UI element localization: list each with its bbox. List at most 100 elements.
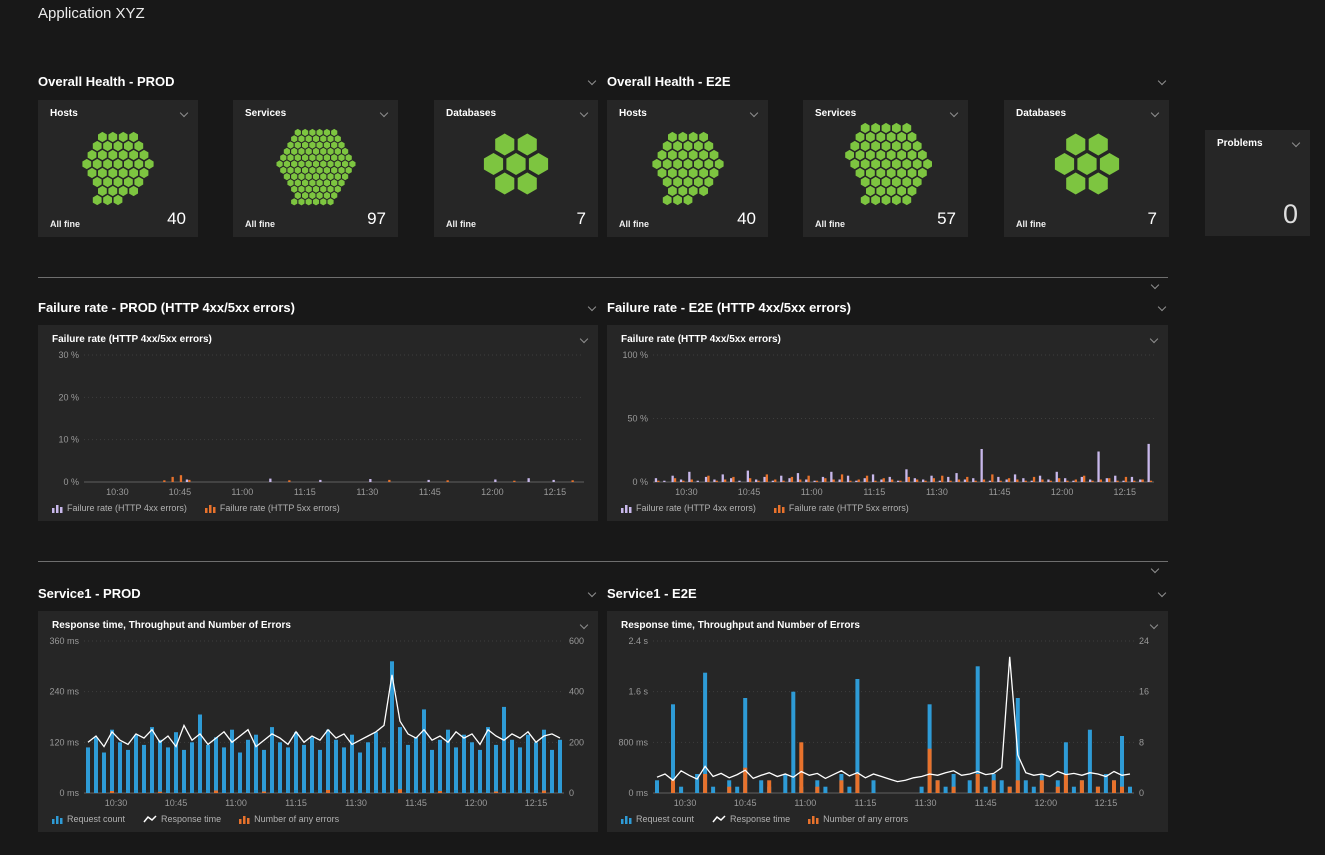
svg-text:2.4 s: 2.4 s — [628, 636, 648, 646]
service1-chart-prod[interactable]: 360 ms240 ms120 ms0 ms600400200010:3010:… — [38, 633, 598, 811]
chevron-down-icon[interactable] — [1149, 334, 1160, 345]
chevron-down-icon[interactable] — [579, 620, 590, 631]
series-request_blue — [655, 666, 1132, 793]
tile-title: Databases — [1016, 108, 1066, 119]
chevron-down-icon[interactable] — [179, 108, 190, 119]
section-title-text: Failure rate - PROD (HTTP 4xx/5xx errors… — [38, 300, 295, 315]
svg-text:0 ms: 0 ms — [59, 788, 79, 798]
legend-item-response-time[interactable]: Response time — [712, 814, 790, 824]
svg-text:120 ms: 120 ms — [49, 737, 79, 747]
chevron-down-icon[interactable] — [579, 108, 590, 119]
chart-title: Response time, Throughput and Number of … — [52, 620, 291, 631]
failure-rate-chart-e2e[interactable]: 100 %50 %0 %10:3010:4511:0011:1511:3011:… — [607, 347, 1168, 500]
health-tile-databases-prod[interactable]: Databases All fine7 — [434, 100, 598, 237]
svg-text:12:15: 12:15 — [1114, 487, 1137, 497]
bar-series-icon — [808, 814, 819, 824]
honeycomb-databases-prod[interactable] — [434, 119, 598, 209]
page-title: Application XYZ — [38, 5, 145, 22]
chevron-down-icon[interactable] — [1157, 588, 1168, 599]
svg-text:11:45: 11:45 — [419, 487, 441, 497]
svg-text:11:45: 11:45 — [975, 798, 997, 808]
svg-text:600: 600 — [569, 636, 584, 646]
svg-text:400: 400 — [569, 687, 584, 697]
legend-item-response-time[interactable]: Response time — [143, 814, 221, 824]
chevron-down-icon[interactable] — [1291, 138, 1302, 149]
legend-item-request-count[interactable]: Request count — [52, 814, 125, 824]
tile-title: Services — [815, 108, 856, 119]
chart-canvas: 360 ms240 ms120 ms0 ms600400200010:3010:… — [38, 633, 598, 811]
svg-text:12:15: 12:15 — [1095, 798, 1118, 808]
svg-text:0: 0 — [569, 788, 574, 798]
series-http4xx_purple — [655, 444, 1150, 482]
svg-text:0 ms: 0 ms — [628, 788, 648, 798]
honeycomb-hosts-e2e[interactable] — [607, 119, 768, 209]
chevron-down-icon[interactable] — [1150, 564, 1161, 575]
honeycomb-services-e2e[interactable] — [803, 119, 968, 209]
health-tile-services-prod[interactable]: Services All fine97 — [233, 100, 398, 237]
svg-text:800 ms: 800 ms — [618, 737, 648, 747]
chevron-down-icon[interactable] — [379, 108, 390, 119]
legend-label: Response time — [730, 814, 790, 824]
svg-text:11:30: 11:30 — [356, 487, 378, 497]
chevron-down-icon[interactable] — [1149, 620, 1160, 631]
svg-text:10:30: 10:30 — [675, 487, 698, 497]
tile-count: 97 — [367, 209, 386, 229]
chevron-down-icon[interactable] — [749, 108, 760, 119]
section-header-failure-prod: Failure rate - PROD (HTTP 4xx/5xx errors… — [38, 298, 598, 316]
failure-rate-chart-prod[interactable]: 30 %20 %10 %0 %10:3010:4511:0011:1511:30… — [38, 347, 598, 500]
legend-label: Request count — [67, 814, 125, 824]
health-tile-hosts-e2e[interactable]: Hosts All fine40 — [607, 100, 768, 237]
legend-item-5xx[interactable]: Failure rate (HTTP 5xx errors) — [205, 503, 340, 513]
svg-text:12:00: 12:00 — [1051, 487, 1074, 497]
svg-text:0 %: 0 % — [632, 477, 648, 487]
chevron-down-icon[interactable] — [1150, 280, 1161, 291]
legend-item-5xx[interactable]: Failure rate (HTTP 5xx errors) — [774, 503, 909, 513]
chevron-down-icon[interactable] — [587, 302, 598, 313]
chevron-down-icon[interactable] — [1157, 76, 1168, 87]
chevron-down-icon[interactable] — [587, 76, 598, 87]
svg-text:12:00: 12:00 — [465, 798, 488, 808]
section-title-text: Service1 - PROD — [38, 586, 141, 601]
legend-item-request-count[interactable]: Request count — [621, 814, 694, 824]
honeycomb-hosts-prod[interactable] — [38, 119, 198, 209]
legend-item-4xx[interactable]: Failure rate (HTTP 4xx errors) — [52, 503, 187, 513]
problems-count: 0 — [1205, 149, 1310, 236]
svg-text:11:00: 11:00 — [225, 798, 247, 808]
chart-title: Failure rate (HTTP 4xx/5xx errors) — [621, 334, 781, 345]
health-tile-services-e2e[interactable]: Services All fine57 — [803, 100, 968, 237]
service1-chart-e2e[interactable]: 2.4 s1.6 s800 ms0 ms24168010:3010:4511:0… — [607, 633, 1168, 811]
svg-text:10:45: 10:45 — [734, 798, 757, 808]
legend-item-errors[interactable]: Number of any errors — [808, 814, 908, 824]
svg-text:200: 200 — [569, 737, 584, 747]
svg-text:100 %: 100 % — [622, 350, 648, 360]
problems-tile[interactable]: Problems 0 — [1205, 130, 1310, 236]
bar-series-icon — [52, 814, 63, 824]
tile-title: Problems — [1217, 138, 1263, 149]
chevron-down-icon[interactable] — [1150, 108, 1161, 119]
svg-text:12:15: 12:15 — [525, 798, 548, 808]
section-header-failure-e2e: Failure rate - E2E (HTTP 4xx/5xx errors) — [607, 298, 1168, 316]
chart-title: Response time, Throughput and Number of … — [621, 620, 860, 631]
svg-text:24: 24 — [1139, 636, 1149, 646]
honeycomb-services-prod[interactable] — [233, 119, 398, 209]
bar-series-icon — [774, 503, 785, 513]
chart-tile-failure-prod: Failure rate (HTTP 4xx/5xx errors) 30 %2… — [38, 325, 598, 521]
legend-label: Response time — [161, 814, 221, 824]
grid: 100 %50 %0 %10:3010:4511:0011:1511:3011:… — [622, 350, 1154, 497]
svg-text:11:15: 11:15 — [285, 798, 307, 808]
tile-count: 40 — [737, 209, 756, 229]
honeycomb-databases-e2e[interactable] — [1004, 119, 1169, 209]
svg-text:11:45: 11:45 — [405, 798, 427, 808]
legend-item-errors[interactable]: Number of any errors — [239, 814, 339, 824]
chevron-down-icon[interactable] — [587, 588, 598, 599]
tile-status: All fine — [50, 219, 80, 229]
svg-text:11:00: 11:00 — [801, 487, 823, 497]
health-tile-hosts-prod[interactable]: Hosts All fine40 — [38, 100, 198, 237]
chevron-down-icon[interactable] — [579, 334, 590, 345]
chevron-down-icon[interactable] — [949, 108, 960, 119]
svg-text:50 %: 50 % — [627, 414, 648, 424]
health-tile-databases-e2e[interactable]: Databases All fine7 — [1004, 100, 1169, 237]
chevron-down-icon[interactable] — [1157, 302, 1168, 313]
legend-item-4xx[interactable]: Failure rate (HTTP 4xx errors) — [621, 503, 756, 513]
dashboard: Application XYZ Overall Health - PROD Ov… — [0, 0, 1325, 855]
